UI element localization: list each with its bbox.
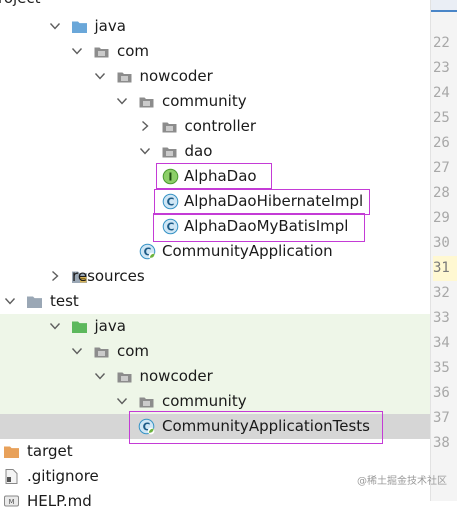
package-icon	[161, 143, 178, 160]
chevron-down-icon[interactable]	[4, 295, 16, 307]
chevron-right-icon[interactable]	[49, 270, 61, 282]
editor-tab-strip[interactable]	[431, 0, 457, 12]
tree-item-label: dao	[184, 142, 213, 160]
line-number: 25	[433, 110, 450, 126]
tree-row[interactable]: community	[0, 89, 430, 114]
package-icon	[93, 343, 110, 360]
tree-item-label: nowcoder	[139, 367, 213, 385]
line-number: 37	[433, 410, 450, 426]
line-number: 38	[433, 435, 450, 451]
tree-item-label: com	[117, 42, 150, 60]
chevron-down-icon[interactable]	[116, 95, 128, 107]
line-number: 35	[433, 360, 450, 376]
tree-row[interactable]: dao	[0, 139, 430, 164]
package-icon	[93, 43, 110, 60]
tree-item-label: .gitignore	[27, 467, 99, 485]
tree-item-label: controller	[184, 117, 257, 135]
line-number: 27	[433, 160, 450, 176]
tree-item-label: community	[162, 392, 247, 410]
chevron-down-icon[interactable]	[139, 145, 151, 157]
tree-item-label: resources	[72, 267, 145, 285]
tree-item-label: com	[117, 342, 150, 360]
chevron-down-icon[interactable]	[94, 370, 106, 382]
excluded-folder-icon	[3, 443, 20, 460]
tree-row[interactable]: M HELP.md	[0, 489, 430, 514]
line-number: 34	[433, 335, 450, 351]
chevron-down-icon[interactable]	[71, 45, 83, 57]
chevron-down-icon[interactable]	[49, 20, 61, 32]
highlight-box-tests	[129, 411, 383, 444]
highlight-box-alphadao	[156, 163, 272, 189]
line-number: 23	[433, 60, 450, 76]
tree-row[interactable]: nowcoder	[0, 64, 430, 89]
tree-item-label: HELP.md	[27, 492, 92, 510]
tree-row[interactable]: com	[0, 39, 430, 64]
tree-item-label: java	[94, 17, 126, 35]
line-number: 29	[433, 210, 450, 226]
chevron-down-icon[interactable]	[116, 395, 128, 407]
tree-item-label: CommunityApplication	[162, 242, 333, 260]
tree-item-label: java	[94, 317, 126, 335]
chevron-right-icon[interactable]	[139, 120, 151, 132]
chevron-down-icon[interactable]	[49, 320, 61, 332]
file-icon	[3, 468, 20, 485]
chevron-down-icon[interactable]	[94, 70, 106, 82]
spring-class-icon: C	[139, 243, 156, 260]
package-icon	[138, 93, 155, 110]
line-number: 26	[433, 135, 450, 151]
line-number: 22	[433, 35, 450, 51]
tree-row[interactable]: C CommunityApplication	[0, 239, 430, 264]
line-number: 36	[433, 385, 450, 401]
source-folder-icon	[71, 18, 88, 35]
watermark: @稀土掘金技术社区	[357, 476, 447, 487]
line-number: 32	[433, 285, 450, 301]
highlight-box-hibernate	[154, 189, 370, 215]
package-icon	[116, 368, 133, 385]
tree-row[interactable]: java	[0, 314, 430, 339]
package-icon	[116, 68, 133, 85]
tree-row[interactable]: nowcoder	[0, 364, 430, 389]
tree-item-label: nowcoder	[139, 67, 213, 85]
folder-icon	[26, 293, 43, 310]
package-icon	[138, 393, 155, 410]
tree-item-label: community	[162, 92, 247, 110]
tree-row[interactable]: java	[0, 14, 430, 39]
chevron-down-icon[interactable]	[71, 345, 83, 357]
line-number: 24	[433, 85, 450, 101]
tree-row[interactable]: controller	[0, 114, 430, 139]
line-number: 30	[433, 235, 450, 251]
svg-text:M: M	[8, 498, 14, 506]
highlight-box-mybatis	[153, 213, 365, 242]
tree-item-label: test	[50, 292, 79, 310]
line-number: 31	[433, 256, 457, 281]
editor-gutter: 22 23 24 25 26 27 28 29 30 31 32 33 34 35 36 37 38	[430, 0, 457, 501]
markdown-file-icon: M	[3, 493, 20, 510]
tree-item-label: target	[27, 442, 73, 460]
tree-row[interactable]: test	[0, 289, 430, 314]
tree-row[interactable]: resources	[0, 264, 430, 289]
test-folder-icon	[71, 318, 88, 335]
line-number: 28	[433, 185, 450, 201]
line-number: 33	[433, 310, 450, 326]
package-icon	[161, 118, 178, 135]
tree-row[interactable]: com	[0, 339, 430, 364]
